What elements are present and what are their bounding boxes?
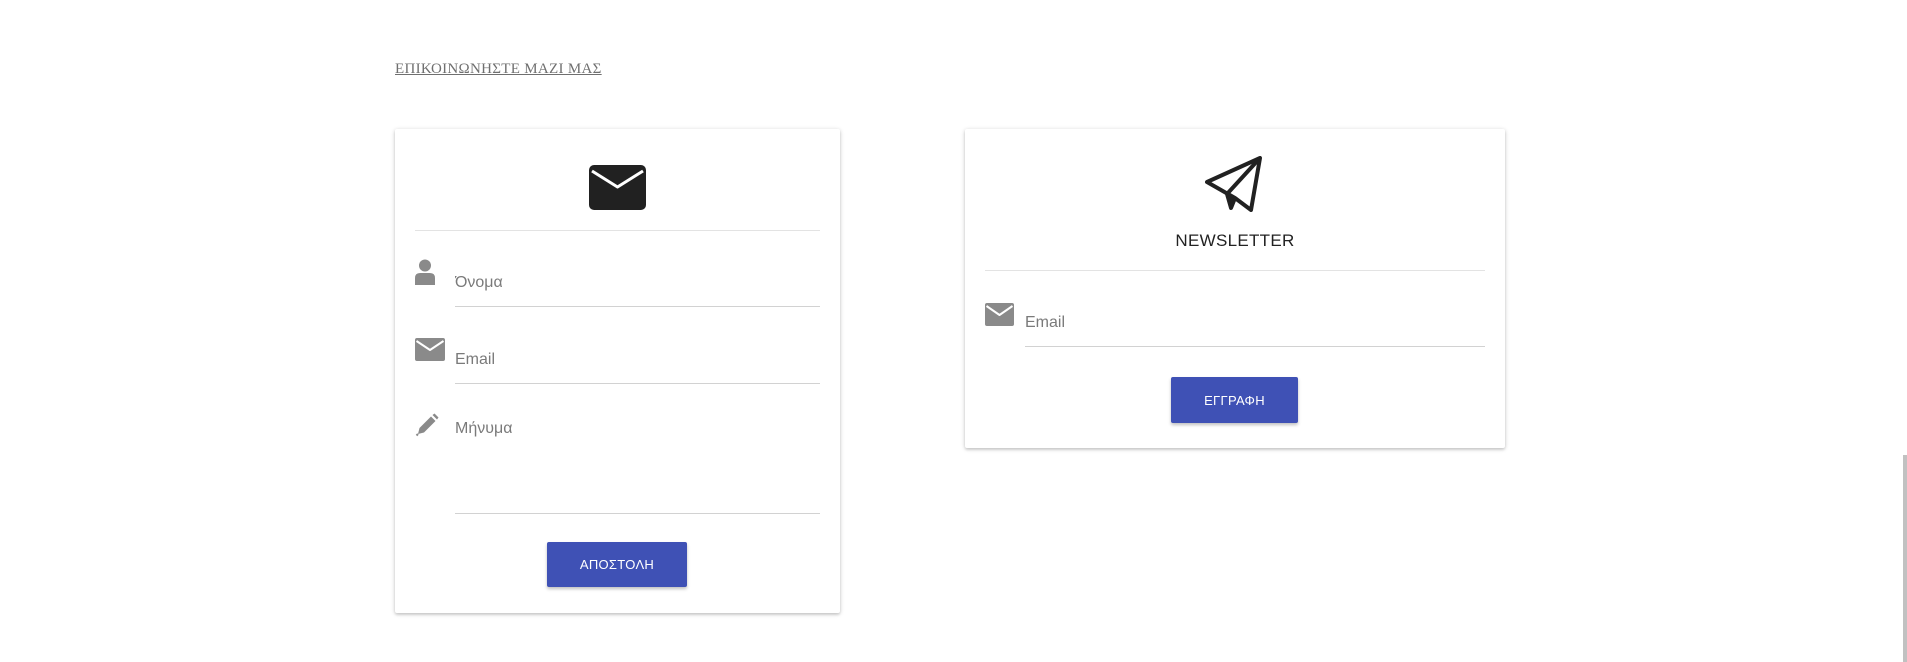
contact-form-card: ΑΠΟΣΤΟΛΗ [395,129,840,613]
envelope-icon [415,338,445,361]
scrollbar[interactable] [1903,0,1907,662]
paper-plane-icon [1205,156,1262,212]
newsletter-card: NEWSLETTER ΕΓΓΡΑΦΗ [965,129,1505,448]
message-field[interactable] [455,419,820,514]
envelope-icon [985,303,1014,326]
send-button[interactable]: ΑΠΟΣΤΟΛΗ [547,542,687,587]
card-divider [985,270,1485,271]
envelope-icon [589,165,646,210]
email-field[interactable] [455,336,820,384]
name-field[interactable] [455,259,820,307]
newsletter-title: NEWSLETTER [1175,231,1295,250]
pencil-icon [415,413,439,437]
page: ΕΠΙΚΟΙΝΩΝΗΣΤΕ ΜΑΖΙ ΜΑΣ ΑΠΟΣΤΟΛΗ [0,0,1907,662]
card-divider [415,230,820,231]
subscribe-button[interactable]: ΕΓΓΡΑΦΗ [1171,377,1298,423]
newsletter-email-field[interactable] [1025,299,1485,347]
user-icon [415,259,435,285]
scrollbar-thumb[interactable] [1903,455,1907,662]
contact-us-link[interactable]: ΕΠΙΚΟΙΝΩΝΗΣΤΕ ΜΑΖΙ ΜΑΣ [395,61,602,78]
